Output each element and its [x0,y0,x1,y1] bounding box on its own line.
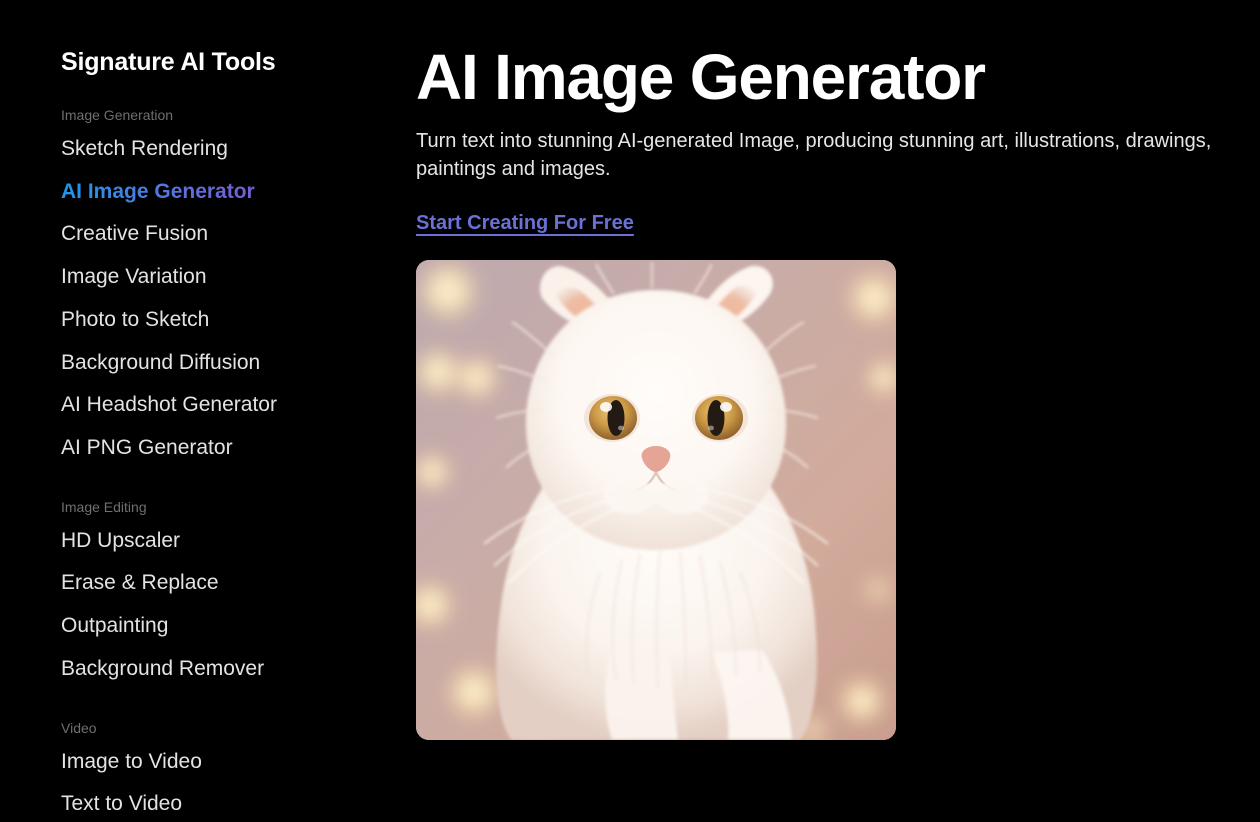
nav-group-video: Video Image to Video Text to Video [61,720,416,817]
sidebar-title: Signature AI Tools [61,48,276,76]
sidebar-item-ai-headshot-generator[interactable]: AI Headshot Generator [61,393,277,418]
main-content: AI Image Generator Turn text into stunni… [416,0,1260,822]
sidebar-item-outpainting[interactable]: Outpainting [61,614,168,639]
app-root: Signature AI Tools Image Generation Sket… [0,0,1260,822]
nav-group-label-video: Video [61,719,97,736]
sidebar-item-background-diffusion[interactable]: Background Diffusion [61,351,260,376]
sidebar: Signature AI Tools Image Generation Sket… [0,0,416,822]
page-title: AI Image Generator [416,41,986,113]
sidebar-item-erase-and-replace[interactable]: Erase & Replace [61,571,219,596]
sidebar-item-image-variation[interactable]: Image Variation [61,265,207,290]
generated-image-preview[interactable] [416,259,896,740]
nav-group-divider-2 [61,700,416,720]
nav-group-image-generation: Image Generation Sketch Rendering AI Ima… [61,107,416,461]
sidebar-item-photo-to-sketch[interactable]: Photo to Sketch [61,308,209,333]
sidebar-item-sketch-rendering[interactable]: Sketch Rendering [61,137,228,162]
page-description: Turn text into stunning AI-generated Ima… [416,129,1212,181]
sidebar-item-hd-upscaler[interactable]: HD Upscaler [61,529,180,554]
cat-preview-illustration [416,259,896,740]
sidebar-item-text-to-video[interactable]: Text to Video [61,792,182,817]
start-creating-for-free-link[interactable]: Start Creating For Free [416,212,634,235]
nav-group-label-image-generation: Image Generation [61,107,174,123]
sidebar-item-background-remover[interactable]: Background Remover [61,657,264,682]
sidebar-item-ai-png-generator[interactable]: AI PNG Generator [61,436,233,461]
sidebar-item-image-to-video[interactable]: Image to Video [61,750,202,775]
sidebar-item-ai-image-generator[interactable]: AI Image Generator [61,180,255,205]
sidebar-item-creative-fusion[interactable]: Creative Fusion [61,222,208,247]
nav-group-label-image-editing: Image Editing [61,498,147,515]
nav-group-divider-1 [61,479,416,499]
nav-group-image-editing: Image Editing HD Upscaler Erase & Replac… [61,499,416,682]
